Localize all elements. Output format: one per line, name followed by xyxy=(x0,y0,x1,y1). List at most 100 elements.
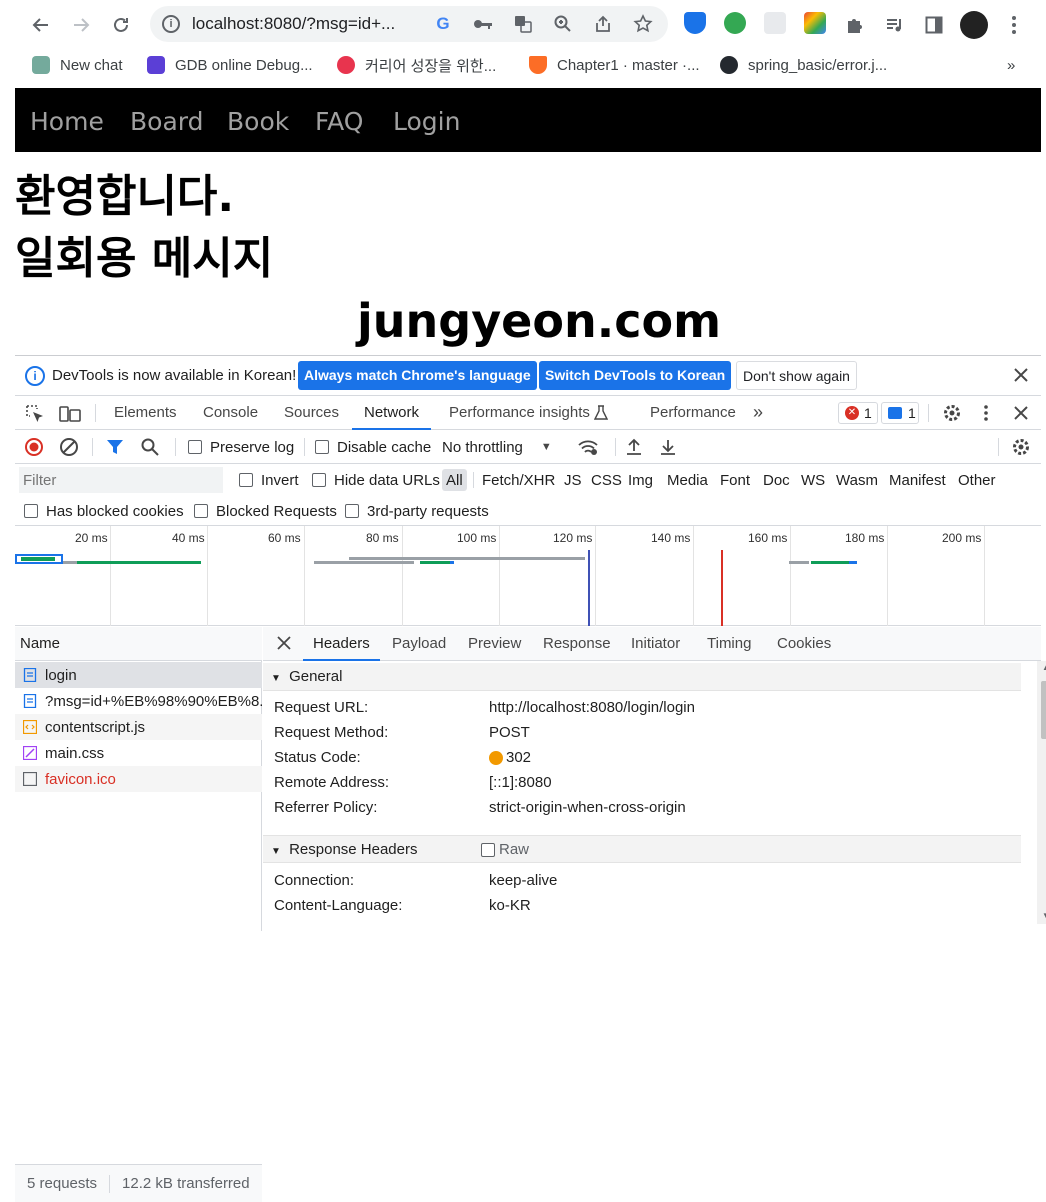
bookmark-chapter1[interactable]: Chapter1 · master ·... xyxy=(529,54,700,76)
network-conditions-icon[interactable] xyxy=(577,430,599,464)
has-blocked-cookies-checkbox[interactable]: Has blocked cookies xyxy=(24,496,184,526)
filter-type-ws[interactable]: WS xyxy=(801,464,825,496)
menu-kebab-icon[interactable] xyxy=(997,8,1031,42)
share-icon[interactable] xyxy=(592,13,614,35)
invert-checkbox[interactable]: Invert xyxy=(239,464,299,496)
export-har-icon[interactable] xyxy=(659,430,677,464)
filter-type-media[interactable]: Media xyxy=(667,464,708,496)
google-icon[interactable]: G xyxy=(432,13,454,35)
scroll-thumb[interactable] xyxy=(1041,681,1046,739)
filter-type-manifest[interactable]: Manifest xyxy=(889,464,946,496)
zoom-icon[interactable] xyxy=(552,13,574,35)
filter-funnel-icon[interactable] xyxy=(106,430,124,464)
checkbox-box[interactable] xyxy=(315,440,329,454)
general-section-header[interactable]: ▼ General xyxy=(263,663,1021,691)
hide-data-urls-checkbox[interactable]: Hide data URLs xyxy=(312,464,440,496)
detail-tab-payload[interactable]: Payload xyxy=(392,627,446,661)
scroll-up-icon[interactable]: ▲ xyxy=(1042,663,1046,672)
nav-login[interactable]: Login xyxy=(393,107,460,136)
color-extension-icon[interactable] xyxy=(804,12,826,34)
extension-icon[interactable] xyxy=(764,12,786,34)
address-bar-url[interactable]: localhost:8080/?msg=id+... xyxy=(192,14,395,34)
filter-type-all[interactable]: All xyxy=(442,469,467,491)
close-devtools-icon[interactable] xyxy=(1012,404,1030,425)
filter-input[interactable] xyxy=(19,467,223,493)
filter-type-img[interactable]: Img xyxy=(628,464,653,496)
devtools-menu-icon[interactable] xyxy=(983,404,989,425)
scroll-down-icon[interactable]: ▼ xyxy=(1042,911,1046,920)
tab-sources[interactable]: Sources xyxy=(284,396,339,430)
inspect-element-icon[interactable] xyxy=(25,404,45,427)
bookmark-gdb[interactable]: GDB online Debug... xyxy=(147,54,313,76)
translate-icon[interactable] xyxy=(512,13,534,35)
filter-type-other[interactable]: Other xyxy=(958,464,996,496)
tab-network[interactable]: Network xyxy=(352,396,432,430)
response-headers-section-header[interactable]: ▼ Response Headers Raw xyxy=(263,835,1021,863)
close-infobar-icon[interactable] xyxy=(1011,365,1031,388)
detail-tab-response[interactable]: Response xyxy=(543,627,611,661)
checkbox-box[interactable] xyxy=(312,473,326,487)
site-info-icon[interactable]: i xyxy=(162,15,180,33)
bookmark-new-chat[interactable]: New chat xyxy=(32,54,123,76)
checkbox-box[interactable] xyxy=(194,504,208,518)
media-icon[interactable] xyxy=(877,8,911,42)
import-har-icon[interactable] xyxy=(625,430,643,464)
tab-performance[interactable]: Performance xyxy=(650,396,736,430)
bookmark-career[interactable]: 커리어 성장을 위한... xyxy=(337,54,496,76)
detail-tab-headers[interactable]: Headers xyxy=(303,627,380,661)
third-party-checkbox[interactable]: 3rd-party requests xyxy=(345,496,489,526)
more-tabs-icon[interactable]: » xyxy=(753,402,763,423)
bookmark-star-icon[interactable] xyxy=(632,13,654,35)
bitwarden-extension-icon[interactable] xyxy=(684,12,706,34)
checkbox-box[interactable] xyxy=(481,843,495,857)
filter-type-doc[interactable]: Doc xyxy=(763,464,790,496)
checkbox-box[interactable] xyxy=(239,473,253,487)
globe-extension-icon[interactable] xyxy=(724,12,746,34)
clear-icon[interactable] xyxy=(59,430,79,464)
nav-faq[interactable]: FAQ xyxy=(315,107,363,136)
back-icon[interactable] xyxy=(24,8,58,42)
always-match-language-button[interactable]: Always match Chrome's language xyxy=(298,361,537,390)
nav-book[interactable]: Book xyxy=(227,107,289,136)
request-row-contentscript[interactable]: contentscript.js xyxy=(15,714,262,740)
nav-home[interactable]: Home xyxy=(30,107,104,136)
filter-type-css[interactable]: CSS xyxy=(591,464,622,496)
close-detail-icon[interactable] xyxy=(277,636,291,653)
detail-tab-initiator[interactable]: Initiator xyxy=(631,627,680,661)
detail-tab-cookies[interactable]: Cookies xyxy=(777,627,831,661)
preserve-log-checkbox[interactable]: Preserve log xyxy=(188,430,294,464)
address-bar[interactable]: i localhost:8080/?msg=id+... G xyxy=(150,6,668,42)
settings-gear-icon[interactable] xyxy=(942,403,962,426)
forward-icon[interactable] xyxy=(64,8,98,42)
checkbox-box[interactable] xyxy=(24,504,38,518)
name-column-header[interactable]: Name xyxy=(15,627,262,661)
dont-show-again-button[interactable]: Don't show again xyxy=(736,361,857,390)
network-overview-timeline[interactable]: 20 ms 40 ms 60 ms 80 ms 100 ms 120 ms 14… xyxy=(15,526,1041,626)
checkbox-box[interactable] xyxy=(188,440,202,454)
tab-performance-insights[interactable]: Performance insights xyxy=(449,396,590,430)
filter-type-font[interactable]: Font xyxy=(720,464,750,496)
switch-devtools-korean-button[interactable]: Switch DevTools to Korean xyxy=(539,361,732,390)
tab-console[interactable]: Console xyxy=(203,396,258,430)
detail-tab-timing[interactable]: Timing xyxy=(707,627,751,661)
device-toolbar-icon[interactable] xyxy=(59,404,81,427)
blocked-requests-checkbox[interactable]: Blocked Requests xyxy=(194,496,337,526)
filter-type-js[interactable]: JS xyxy=(564,464,582,496)
reload-icon[interactable] xyxy=(104,8,138,42)
request-row-login[interactable]: login xyxy=(15,662,262,688)
nav-board[interactable]: Board xyxy=(130,107,203,136)
profile-avatar[interactable] xyxy=(960,11,988,39)
message-counter[interactable]: 1 xyxy=(881,402,919,424)
filter-type-wasm[interactable]: Wasm xyxy=(836,464,878,496)
detail-tab-preview[interactable]: Preview xyxy=(468,627,521,661)
record-stop-icon[interactable] xyxy=(24,430,44,464)
detail-scrollbar[interactable]: ▲ ▼ xyxy=(1037,661,1046,924)
side-panel-icon[interactable] xyxy=(917,8,951,42)
raw-checkbox[interactable]: Raw xyxy=(481,836,529,864)
filter-type-fetch-xhr[interactable]: Fetch/XHR xyxy=(482,464,555,496)
disable-cache-checkbox[interactable]: Disable cache xyxy=(315,430,431,464)
puzzle-icon[interactable] xyxy=(837,8,871,42)
checkbox-box[interactable] xyxy=(345,504,359,518)
network-settings-icon[interactable] xyxy=(1011,430,1031,464)
search-icon[interactable] xyxy=(141,430,159,464)
